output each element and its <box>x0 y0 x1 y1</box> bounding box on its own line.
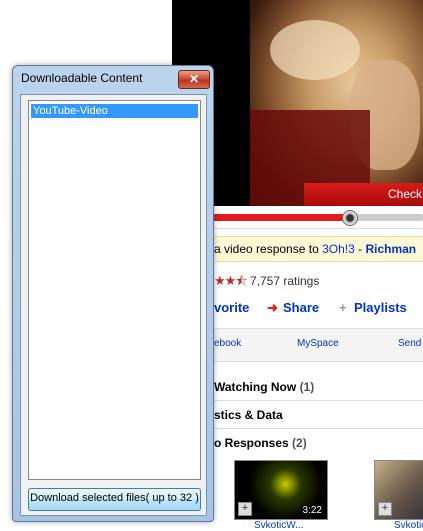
content-listbox[interactable]: YouTube-Video <box>28 100 201 480</box>
share-button[interactable]: Share <box>283 300 319 315</box>
section-label: o Responses <box>214 436 289 450</box>
share-link-send[interactable]: Send <box>398 338 421 349</box>
add-to-queue-icon[interactable]: + <box>378 502 392 516</box>
progress-knob[interactable] <box>342 210 358 226</box>
section-statistics[interactable]: stics & Data <box>214 403 423 429</box>
response-separator: - <box>354 242 366 256</box>
check-banner[interactable]: Check <box>304 183 423 206</box>
video-title-link[interactable]: Richman <box>365 242 416 256</box>
rating-stars-icon[interactable]: ★★⯪ <box>214 273 248 288</box>
thumbnail-caption[interactable]: SvkoticW... <box>254 520 303 531</box>
close-button[interactable]: ✕ <box>178 70 210 89</box>
section-count: (2) <box>292 436 307 450</box>
dialog-body: YouTube-Video Download selected files( u… <box>20 94 207 516</box>
share-arrow-icon: ➜ <box>267 300 278 315</box>
playlists-button[interactable]: Playlists <box>354 300 407 315</box>
list-item[interactable]: YouTube-Video <box>31 104 198 118</box>
video-thumbnail[interactable]: + 3:22 <box>234 460 328 520</box>
dialog-title: Downloadable Content <box>21 71 143 85</box>
section-label: Watching Now <box>214 380 297 394</box>
favorite-button[interactable]: vorite <box>214 300 249 315</box>
progress-played <box>212 214 347 221</box>
thumbnail-caption[interactable]: Svkotic <box>394 520 423 531</box>
ratings: ★★⯪ 7,757 ratings <box>214 272 319 294</box>
section-count: (1) <box>299 380 315 394</box>
download-selected-button[interactable]: Download selected files( up to 32 ) <box>28 488 201 511</box>
downloadable-content-dialog: Downloadable Content ✕ YouTube-Video Dow… <box>12 65 214 522</box>
channel-link[interactable]: 3Oh!3 <box>322 242 355 256</box>
section-label: stics & Data <box>214 408 283 422</box>
add-to-queue-icon[interactable]: + <box>238 502 252 516</box>
video-frame <box>250 0 423 206</box>
video-thumbnail[interactable]: + <box>374 460 423 520</box>
share-link-myspace[interactable]: MySpace <box>297 338 339 349</box>
section-watching-now[interactable]: Watching Now (1) <box>214 375 423 401</box>
video-response-notice: a video response to 3Oh!3 - Richman <box>214 236 423 262</box>
share-link-facebook[interactable]: ebook <box>214 338 241 349</box>
response-prefix: a video response to <box>214 242 323 256</box>
section-video-responses[interactable]: o Responses (2) <box>214 431 423 456</box>
thumbnail-duration: 3:22 <box>300 505 324 516</box>
playlists-plus-icon: + <box>339 300 347 315</box>
ratings-count: 7,757 ratings <box>249 274 320 288</box>
